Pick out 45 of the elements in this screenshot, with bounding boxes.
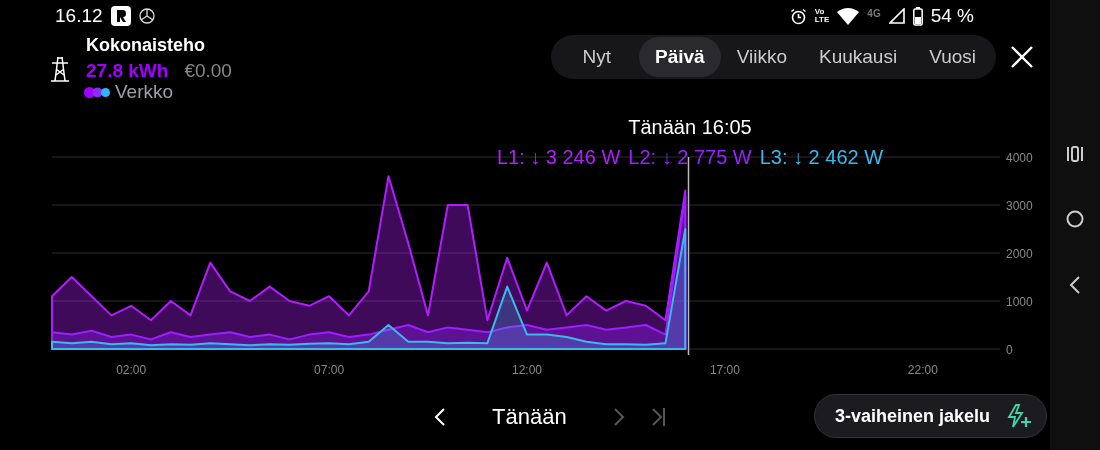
circle-star-icon (138, 8, 155, 24)
date-label: Tänään (491, 402, 568, 431)
cost-value: €0.00 (184, 59, 232, 78)
signal-icon (888, 8, 905, 24)
x-axis-label: 22:00 (907, 363, 938, 377)
recent-apps-icon[interactable] (1066, 146, 1084, 162)
power-pylon-icon (50, 56, 70, 83)
app-logo-icon (110, 6, 131, 26)
period-tab[interactable]: Nyt (554, 36, 639, 78)
lightning-plus-icon (1006, 404, 1032, 428)
period-tab[interactable]: Kuukausi (803, 36, 914, 78)
wifi-icon (837, 7, 860, 25)
home-icon[interactable] (1066, 210, 1084, 228)
y-axis-label: 4000 (1006, 151, 1033, 165)
y-axis-label: 1000 (1006, 295, 1033, 309)
x-axis-label: 12:00 (512, 363, 542, 377)
battery-percentage: 54 % (930, 3, 974, 28)
phase-reading: L2: ↓ 2 775 W (628, 145, 752, 170)
chevron-left-icon (434, 406, 446, 427)
x-axis-label: 02:00 (116, 363, 147, 377)
tooltip-time: Tänään 16:05 (628, 115, 752, 140)
network-label: 4G (867, 6, 881, 21)
period-tab[interactable]: Päivä (639, 36, 721, 78)
y-axis-label: 3000 (1006, 199, 1033, 213)
distribution-button[interactable]: 3-vaiheinen jakelu (813, 394, 1047, 438)
legend-label: Verkko (115, 80, 174, 104)
y-axis-label: 2000 (1006, 247, 1033, 261)
phase-reading: L3: ↓ 2 462 W (759, 145, 884, 170)
page-title: Kokonaisteho (86, 34, 206, 57)
period-tab[interactable]: Viikko (720, 36, 803, 78)
x-axis-label: 07:00 (314, 363, 345, 377)
x-axis-label: 17:00 (709, 363, 740, 377)
y-axis-label: 0 (1006, 343, 1013, 357)
chevron-right-icon (612, 406, 625, 427)
alarm-icon (789, 7, 807, 25)
back-icon[interactable] (1069, 276, 1081, 294)
clock-time: 16.12 (55, 3, 103, 28)
phase-reading: L1: ↓ 3 246 W (496, 145, 621, 170)
close-icon[interactable] (1010, 45, 1034, 69)
period-tab[interactable]: Vuosi (913, 36, 992, 78)
volte-label: Vo (814, 8, 826, 16)
volte-label: LTE (814, 16, 830, 24)
skip-to-end-icon (650, 406, 667, 427)
battery-icon (912, 6, 923, 26)
energy-value: 27.8 kWh (86, 59, 169, 78)
